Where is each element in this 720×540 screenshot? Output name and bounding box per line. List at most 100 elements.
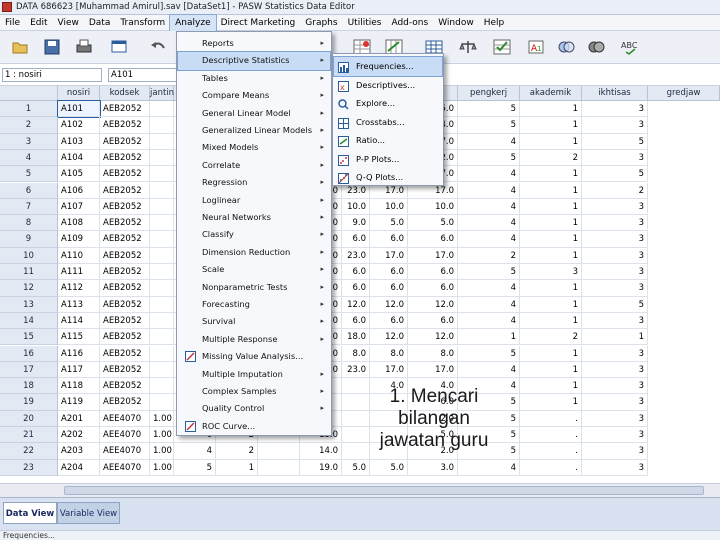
table-cell[interactable]: AEE4070: [100, 410, 150, 427]
menu-add-ons[interactable]: Add-ons: [386, 15, 433, 31]
table-cell[interactable]: 6.0: [342, 280, 370, 297]
table-cell[interactable]: [150, 149, 174, 167]
table-cell[interactable]: A117: [58, 361, 100, 379]
table-cell[interactable]: [258, 443, 300, 460]
table-cell[interactable]: A108: [58, 215, 100, 232]
menu-item-survival[interactable]: Survival ▸: [178, 313, 330, 330]
table-cell[interactable]: 6.0: [342, 312, 370, 330]
table-cell[interactable]: [150, 182, 174, 199]
row-number[interactable]: 10: [0, 247, 58, 264]
spelling-icon[interactable]: ABC: [620, 38, 640, 56]
table-cell[interactable]: A116: [58, 345, 100, 362]
row-number[interactable]: 18: [0, 378, 58, 395]
submenu-item-crosstabs[interactable]: Crosstabs...: [334, 113, 442, 132]
table-cell[interactable]: AEE4070: [100, 443, 150, 460]
table-cell[interactable]: 3: [582, 215, 648, 232]
submenu-item-descriptives[interactable]: x Descriptives...: [334, 76, 442, 95]
table-cell[interactable]: A113: [58, 296, 100, 313]
menu-item-scale[interactable]: Scale ▸: [178, 261, 330, 278]
table-cell[interactable]: A104: [58, 149, 100, 167]
table-cell[interactable]: 1: [520, 247, 582, 264]
menu-item-multiple-imputation[interactable]: Multiple Imputation ▸: [178, 366, 330, 383]
table-cell[interactable]: 3: [582, 394, 648, 411]
row-number[interactable]: 13: [0, 296, 58, 313]
table-cell[interactable]: 4: [458, 296, 520, 313]
table-cell[interactable]: 5: [458, 149, 520, 167]
table-cell[interactable]: 5: [582, 166, 648, 183]
submenu-item-frequencies[interactable]: Frequencies...: [333, 56, 443, 77]
table-cell[interactable]: 5.0: [370, 215, 408, 232]
table-cell[interactable]: 6.0: [370, 312, 408, 330]
table-cell[interactable]: 10.0: [408, 198, 458, 216]
table-cell[interactable]: 2: [520, 149, 582, 167]
menu-item-forecasting[interactable]: Forecasting ▸: [178, 296, 330, 313]
table-cell[interactable]: 3: [582, 149, 648, 167]
row-number[interactable]: 8: [0, 215, 58, 232]
table-cell[interactable]: AEB2052: [100, 361, 150, 379]
table-cell[interactable]: 1: [582, 329, 648, 346]
table-cell[interactable]: A114: [58, 312, 100, 330]
table-cell[interactable]: [342, 394, 370, 411]
menu-data[interactable]: Data: [84, 15, 116, 31]
table-cell[interactable]: 1: [520, 198, 582, 216]
table-cell[interactable]: A202: [58, 427, 100, 444]
row-number[interactable]: 15: [0, 329, 58, 346]
table-cell[interactable]: [342, 443, 370, 460]
open-file-icon[interactable]: [10, 38, 30, 56]
table-cell[interactable]: 1: [520, 394, 582, 411]
table-cell[interactable]: AEB2052: [100, 166, 150, 183]
table-cell[interactable]: 6.0: [408, 231, 458, 248]
table-cell[interactable]: 10.0: [342, 198, 370, 216]
submenu-item-ratio[interactable]: Ratio...: [334, 131, 442, 150]
table-cell[interactable]: [150, 329, 174, 346]
table-cell[interactable]: 1.00: [150, 459, 174, 476]
table-cell[interactable]: 3: [582, 345, 648, 362]
row-number[interactable]: 16: [0, 345, 58, 362]
table-cell[interactable]: 6.0: [408, 312, 458, 330]
table-cell[interactable]: A112: [58, 280, 100, 297]
table-cell[interactable]: [342, 410, 370, 427]
table-cell[interactable]: 2: [458, 247, 520, 264]
table-cell[interactable]: AEB2052: [100, 149, 150, 167]
column-header[interactable]: jantina: [150, 86, 179, 101]
table-cell[interactable]: [150, 345, 174, 362]
table-cell[interactable]: 5: [458, 264, 520, 281]
table-cell[interactable]: 3: [582, 459, 648, 476]
row-number[interactable]: 7: [0, 198, 58, 216]
table-cell[interactable]: 1: [216, 459, 258, 476]
table-cell[interactable]: 17.0: [408, 247, 458, 264]
table-cell[interactable]: A105: [58, 166, 100, 183]
undo-icon[interactable]: [148, 38, 168, 56]
table-cell[interactable]: 6.0: [342, 264, 370, 281]
table-cell[interactable]: 1: [520, 231, 582, 248]
menu-item-loglinear[interactable]: Loglinear ▸: [178, 192, 330, 209]
row-number[interactable]: 17: [0, 361, 58, 379]
table-cell[interactable]: 12.0: [408, 329, 458, 346]
table-cell[interactable]: 4: [458, 280, 520, 297]
table-cell[interactable]: 3: [520, 264, 582, 281]
row-number[interactable]: 22: [0, 443, 58, 460]
table-cell[interactable]: .: [520, 410, 582, 427]
table-cell[interactable]: 2: [582, 182, 648, 199]
table-cell[interactable]: A102: [58, 117, 100, 134]
table-cell[interactable]: 1.00: [150, 427, 174, 444]
table-cell[interactable]: 3: [582, 101, 648, 118]
show-all-variables-icon[interactable]: [586, 38, 606, 56]
select-cases-icon[interactable]: [492, 38, 512, 56]
table-cell[interactable]: A101: [57, 99, 101, 119]
row-number[interactable]: 23: [0, 459, 58, 476]
table-cell[interactable]: 1: [520, 312, 582, 330]
table-cell[interactable]: 5.0: [370, 459, 408, 476]
table-cell[interactable]: .: [520, 427, 582, 444]
weight-cases-icon[interactable]: [458, 38, 478, 56]
menu-item-roc-curve[interactable]: ROC Curve...: [178, 418, 330, 435]
table-cell[interactable]: AEE4070: [100, 427, 150, 444]
menu-item-classify[interactable]: Classify ▸: [178, 226, 330, 243]
table-cell[interactable]: A111: [58, 264, 100, 281]
table-cell[interactable]: [150, 247, 174, 264]
table-cell[interactable]: 3: [582, 231, 648, 248]
table-cell[interactable]: [150, 296, 174, 313]
row-number[interactable]: 12: [0, 280, 58, 297]
table-cell[interactable]: 9.0: [342, 215, 370, 232]
table-cell[interactable]: [150, 312, 174, 330]
